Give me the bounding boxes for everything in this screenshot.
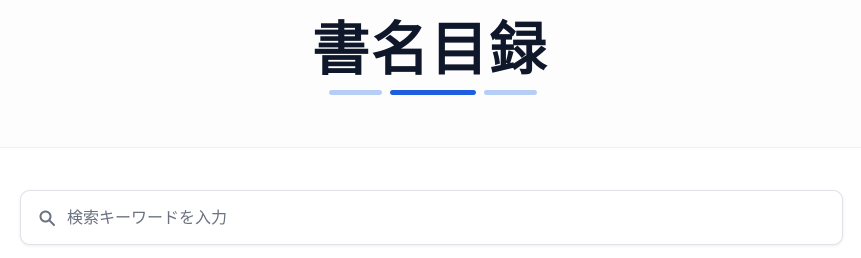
title-underline-left bbox=[329, 90, 382, 95]
search-box[interactable] bbox=[20, 190, 843, 245]
search-input[interactable] bbox=[67, 191, 827, 244]
page: 書名目録 bbox=[0, 0, 861, 258]
title-underline-center bbox=[390, 90, 476, 95]
page-header: 書名目録 bbox=[0, 0, 861, 148]
page-title: 書名目録 bbox=[312, 15, 549, 83]
title-underline-right bbox=[484, 90, 537, 95]
search-icon bbox=[38, 209, 56, 227]
